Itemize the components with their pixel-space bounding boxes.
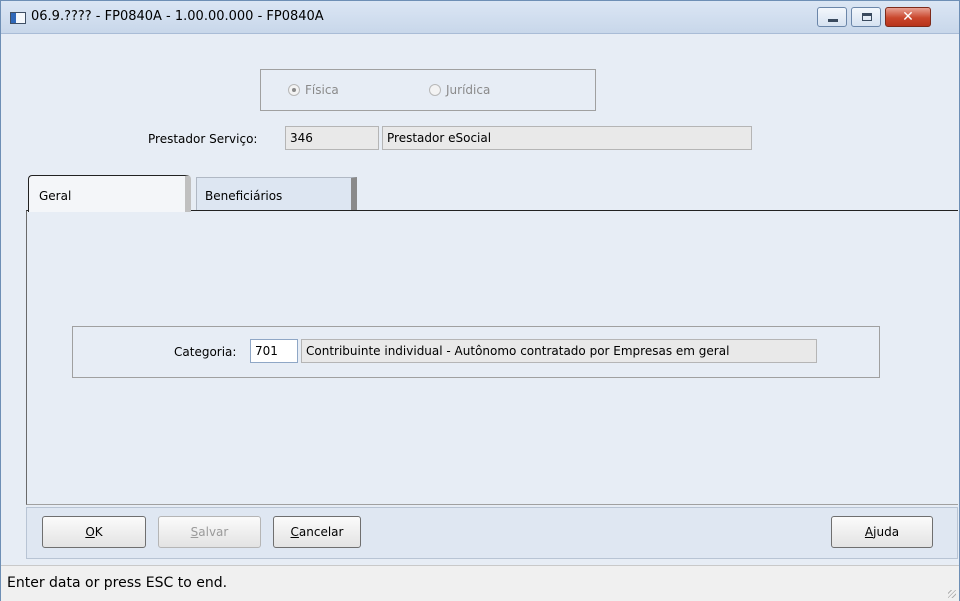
close-icon: ✕ <box>902 9 914 25</box>
cancelar-mnemonic: C <box>290 525 299 539</box>
ajuda-button[interactable]: Ajuda <box>831 516 933 548</box>
ajuda-label-rest: juda <box>873 525 900 539</box>
tab-geral[interactable]: Geral <box>28 175 191 212</box>
radio-fisica-circle-icon[interactable] <box>288 84 300 96</box>
tab-beneficiarios[interactable]: Beneficiários <box>196 177 357 210</box>
radio-juridica[interactable]: Jurídica <box>429 83 490 97</box>
radio-fisica[interactable]: Física <box>288 83 339 97</box>
cancelar-label-rest: ancelar <box>298 525 344 539</box>
prestador-code-field[interactable]: 346 <box>285 126 379 150</box>
minimize-button[interactable] <box>817 7 847 27</box>
minimize-icon <box>828 19 838 22</box>
prestador-label: Prestador Serviço: <box>148 132 258 146</box>
maximize-button[interactable] <box>851 7 881 27</box>
resize-grip-icon[interactable] <box>948 590 956 598</box>
person-type-group: Física Jurídica <box>260 69 596 111</box>
program-window: 06.9.???? - FP0840A - 1.00.00.000 - FP08… <box>0 0 960 601</box>
tab-beneficiarios-label: Beneficiários <box>205 189 283 203</box>
ok-button[interactable]: OK <box>42 516 146 548</box>
title-bar[interactable]: 06.9.???? - FP0840A - 1.00.00.000 - FP08… <box>1 1 959 34</box>
categoria-description-field: Contribuinte individual - Autônomo contr… <box>301 339 817 363</box>
prestador-name-field: Prestador eSocial <box>382 126 752 150</box>
categoria-code-field[interactable]: 701 <box>250 339 298 363</box>
ok-mnemonic: O <box>85 525 95 539</box>
window-title: 06.9.???? - FP0840A - 1.00.00.000 - FP08… <box>31 9 324 24</box>
app-icon <box>10 12 26 24</box>
ajuda-mnemonic: A <box>864 525 874 539</box>
salvar-button[interactable]: Salvar <box>158 516 261 548</box>
ok-label-rest: K <box>94 525 103 539</box>
status-bar: Enter data or press ESC to end. <box>1 565 959 601</box>
radio-fisica-label: Física <box>305 83 339 97</box>
maximize-icon <box>862 13 872 21</box>
categoria-label: Categoria: <box>174 345 237 359</box>
cancelar-button[interactable]: Cancelar <box>273 516 361 548</box>
radio-juridica-label: Jurídica <box>446 83 491 97</box>
radio-juridica-circle-icon[interactable] <box>429 84 441 96</box>
tab-geral-label: Geral <box>39 189 72 203</box>
salvar-label-rest: alvar <box>198 525 229 539</box>
close-button[interactable]: ✕ <box>885 7 931 27</box>
status-text: Enter data or press ESC to end. <box>7 575 228 591</box>
